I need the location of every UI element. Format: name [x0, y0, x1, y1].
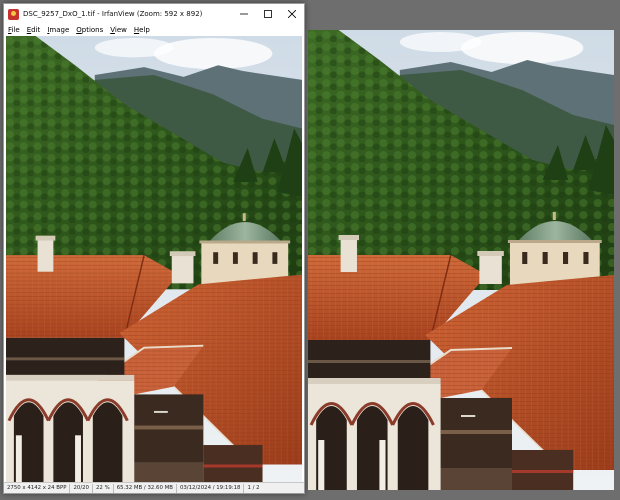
- image-viewport[interactable]: [6, 36, 302, 484]
- status-bar: 2750 x 4142 x 24 BPP 20/20 22 % 65.32 MB…: [4, 482, 304, 493]
- irfanview-app-icon: [8, 8, 19, 20]
- window-title: DSC_9257_DxO_1.tif - IrfanView (Zoom: 59…: [23, 10, 203, 18]
- status-page: 1 / 2: [247, 484, 260, 491]
- monastery-photo-left: [6, 36, 302, 484]
- status-zoom: 22 %: [93, 483, 114, 493]
- menu-help[interactable]: Help: [130, 26, 153, 34]
- menu-image[interactable]: Image: [43, 26, 72, 34]
- monastery-photo-right: [308, 30, 614, 490]
- minimize-button[interactable]: [232, 4, 256, 24]
- title-bar[interactable]: DSC_9257_DxO_1.tif - IrfanView (Zoom: 59…: [4, 4, 304, 24]
- menu-bar: File Edit Image Options View Help: [4, 24, 304, 36]
- comparison-image: [308, 30, 614, 490]
- menu-options[interactable]: Options: [72, 26, 106, 34]
- close-icon: [288, 10, 296, 18]
- menu-edit[interactable]: Edit: [23, 26, 44, 34]
- status-dimensions: 2750 x 4142 x 24 BPP: [4, 483, 71, 493]
- maximize-icon: [264, 10, 272, 18]
- minimize-icon: [240, 13, 248, 15]
- status-size: 65.32 MB / 32.60 MB: [114, 483, 177, 493]
- irfanview-window[interactable]: DSC_9257_DxO_1.tif - IrfanView (Zoom: 59…: [3, 3, 305, 494]
- close-button[interactable]: [280, 4, 304, 24]
- menu-view[interactable]: View: [106, 26, 130, 34]
- menu-file[interactable]: File: [4, 26, 23, 34]
- status-index: 20/20: [70, 483, 93, 493]
- maximize-button[interactable]: [256, 4, 280, 24]
- status-datetime: 03/12/2024 / 19:19:18: [177, 483, 245, 493]
